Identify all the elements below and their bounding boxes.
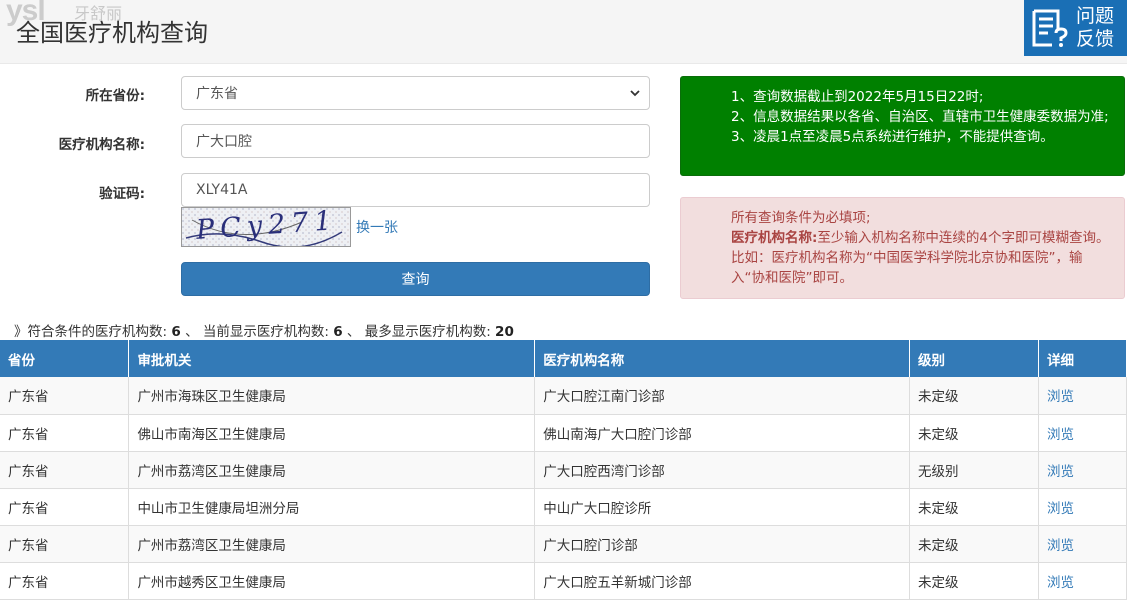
cell-authority: 佛山市南海区卫生健康局 bbox=[128, 414, 536, 452]
table-row: 广东省 广州市海珠区卫生健康局 广大口腔江南门诊部 未定级 浏览 bbox=[0, 377, 1127, 415]
feedback-button[interactable]: 问题 反馈 bbox=[1024, 0, 1127, 56]
notice-requirements-bold: 医疗机构名称: bbox=[731, 230, 818, 246]
cell-province: 广东省 bbox=[0, 414, 130, 452]
cell-authority: 广州市荔湾区卫生健康局 bbox=[128, 525, 536, 563]
table-row: 广东省 中山市卫生健康局坦洲分局 中山广大口腔诊所 未定级 浏览 bbox=[0, 488, 1127, 526]
cell-institution: 佛山南海广大口腔门诊部 bbox=[534, 414, 911, 452]
province-select[interactable]: 广东省 bbox=[181, 76, 650, 110]
page-header: ysl 牙舒丽 全国医疗机构查询 问题 反馈 bbox=[0, 0, 1127, 64]
cell-level: 未定级 bbox=[909, 377, 1039, 415]
cell-province: 广东省 bbox=[0, 562, 130, 600]
province-select-value: 广东省 bbox=[196, 86, 238, 102]
notice-info-line-2: 2、信息数据结果以各省、自治区、直辖市卫生健康委数据为准; bbox=[731, 109, 1109, 125]
view-detail-link[interactable]: 浏览 bbox=[1038, 377, 1127, 415]
captcha-refresh-link[interactable]: 换一张 bbox=[356, 217, 398, 237]
captcha-input[interactable]: XLY41A bbox=[181, 173, 650, 207]
cell-institution: 广大口腔江南门诊部 bbox=[534, 377, 911, 415]
cell-authority: 广州市越秀区卫生健康局 bbox=[128, 562, 536, 600]
cell-level: 未定级 bbox=[909, 562, 1039, 600]
view-detail-link[interactable]: 浏览 bbox=[1038, 488, 1127, 526]
query-button[interactable]: 查询 bbox=[181, 262, 650, 296]
table-row: 广东省 广州市越秀区卫生健康局 广大口腔五羊新城门诊部 未定级 浏览 bbox=[0, 562, 1127, 600]
cell-authority: 广州市海珠区卫生健康局 bbox=[128, 377, 536, 415]
column-header-institution: 医疗机构名称 bbox=[534, 340, 911, 377]
summary-max-count: 20 bbox=[495, 324, 514, 340]
captcha-label: 验证码: bbox=[99, 186, 145, 202]
column-header-level: 级别 bbox=[909, 340, 1039, 377]
cell-province: 广东省 bbox=[0, 377, 130, 415]
cell-institution: 广大口腔五羊新城门诊部 bbox=[534, 562, 911, 600]
cell-authority: 中山市卫生健康局坦洲分局 bbox=[128, 488, 536, 526]
institution-name-label: 医疗机构名称: bbox=[58, 137, 145, 153]
cell-level: 未定级 bbox=[909, 525, 1039, 563]
view-detail-link[interactable]: 浏览 bbox=[1038, 562, 1127, 600]
notice-requirements: 所有查询条件为必填项; 医疗机构名称:至少输入机构名称中连续的4个字即可模糊查询… bbox=[680, 197, 1125, 299]
column-header-detail: 详细 bbox=[1038, 340, 1127, 377]
notice-info-line-1: 1、查询数据截止到2022年5月15日22时; bbox=[731, 89, 984, 105]
result-summary: 》符合条件的医疗机构数: 6 、 当前显示医疗机构数: 6 、 最多显示医疗机构… bbox=[14, 320, 514, 340]
table-row: 广东省 广州市荔湾区卫生健康局 广大口腔西湾门诊部 无级别 浏览 bbox=[0, 451, 1127, 489]
cell-level: 未定级 bbox=[909, 414, 1039, 452]
captcha-text-glyphs: PCy271 bbox=[195, 207, 339, 246]
cell-level: 无级别 bbox=[909, 451, 1039, 489]
table-body: 广东省 广州市海珠区卫生健康局 广大口腔江南门诊部 未定级 浏览 广东省 佛山市南海区卫生健… bbox=[0, 377, 1127, 600]
notice-info: 1、查询数据截止到2022年5月15日22时; 2、信息数据结果以各省、自治区、… bbox=[680, 76, 1125, 176]
cell-province: 广东省 bbox=[0, 488, 130, 526]
feedback-label: 问题 反馈 bbox=[1076, 5, 1114, 51]
summary-sep2: 、 最多显示医疗机构数: bbox=[346, 324, 491, 340]
chevron-down-icon bbox=[630, 90, 640, 97]
results-table: 省份 审批机关 医疗机构名称 级别 详细 广东省 广州市海珠区卫生健康局 广大口腔江… bbox=[0, 340, 1127, 600]
province-label: 所在省份: bbox=[85, 88, 145, 104]
cell-authority: 广州市荔湾区卫生健康局 bbox=[128, 451, 536, 489]
table-row: 广东省 佛山市南海区卫生健康局 佛山南海广大口腔门诊部 未定级 浏览 bbox=[0, 414, 1127, 452]
feedback-line1: 问题 bbox=[1076, 5, 1115, 27]
view-detail-link[interactable]: 浏览 bbox=[1038, 451, 1127, 489]
column-header-province: 省份 bbox=[0, 340, 130, 377]
feedback-line2: 反馈 bbox=[1076, 28, 1115, 50]
cell-institution: 中山广大口腔诊所 bbox=[534, 488, 911, 526]
captcha-text: PCy271 bbox=[181, 207, 351, 247]
notice-requirements-line-1: 所有查询条件为必填项; bbox=[731, 210, 871, 226]
summary-sep1: 、 当前显示医疗机构数: bbox=[185, 324, 329, 340]
cell-level: 未定级 bbox=[909, 488, 1039, 526]
summary-shown-count: 6 bbox=[333, 324, 343, 340]
captcha-input-value: XLY41A bbox=[196, 182, 248, 198]
notice-requirements-line-2: 医疗机构名称:至少输入机构名称中连续的4个字即可模糊查询。比如：医疗机构名称为“… bbox=[731, 228, 1110, 288]
summary-matched-count: 6 bbox=[171, 324, 181, 340]
column-header-authority: 审批机关 bbox=[128, 340, 536, 377]
view-detail-link[interactable]: 浏览 bbox=[1038, 525, 1127, 563]
page-title: 全国医疗机构查询 bbox=[16, 19, 208, 47]
table-header-row: 省份 审批机关 医疗机构名称 级别 详细 bbox=[0, 340, 1127, 377]
cell-province: 广东省 bbox=[0, 451, 130, 489]
cell-province: 广东省 bbox=[0, 525, 130, 563]
cell-institution: 广大口腔门诊部 bbox=[534, 525, 911, 563]
notice-info-line-3: 3、凌晨1点至凌晨5点系统进行维护，不能提供查询。 bbox=[731, 129, 1054, 145]
institution-name-value: 广大口腔 bbox=[196, 134, 252, 150]
institution-name-input[interactable]: 广大口腔 bbox=[181, 124, 650, 158]
summary-prefix: 》符合条件的医疗机构数: bbox=[14, 324, 168, 340]
view-detail-link[interactable]: 浏览 bbox=[1038, 414, 1127, 452]
table-row: 广东省 广州市荔湾区卫生健康局 广大口腔门诊部 未定级 浏览 bbox=[0, 525, 1127, 563]
feedback-icon bbox=[1032, 9, 1068, 47]
cell-institution: 广大口腔西湾门诊部 bbox=[534, 451, 911, 489]
